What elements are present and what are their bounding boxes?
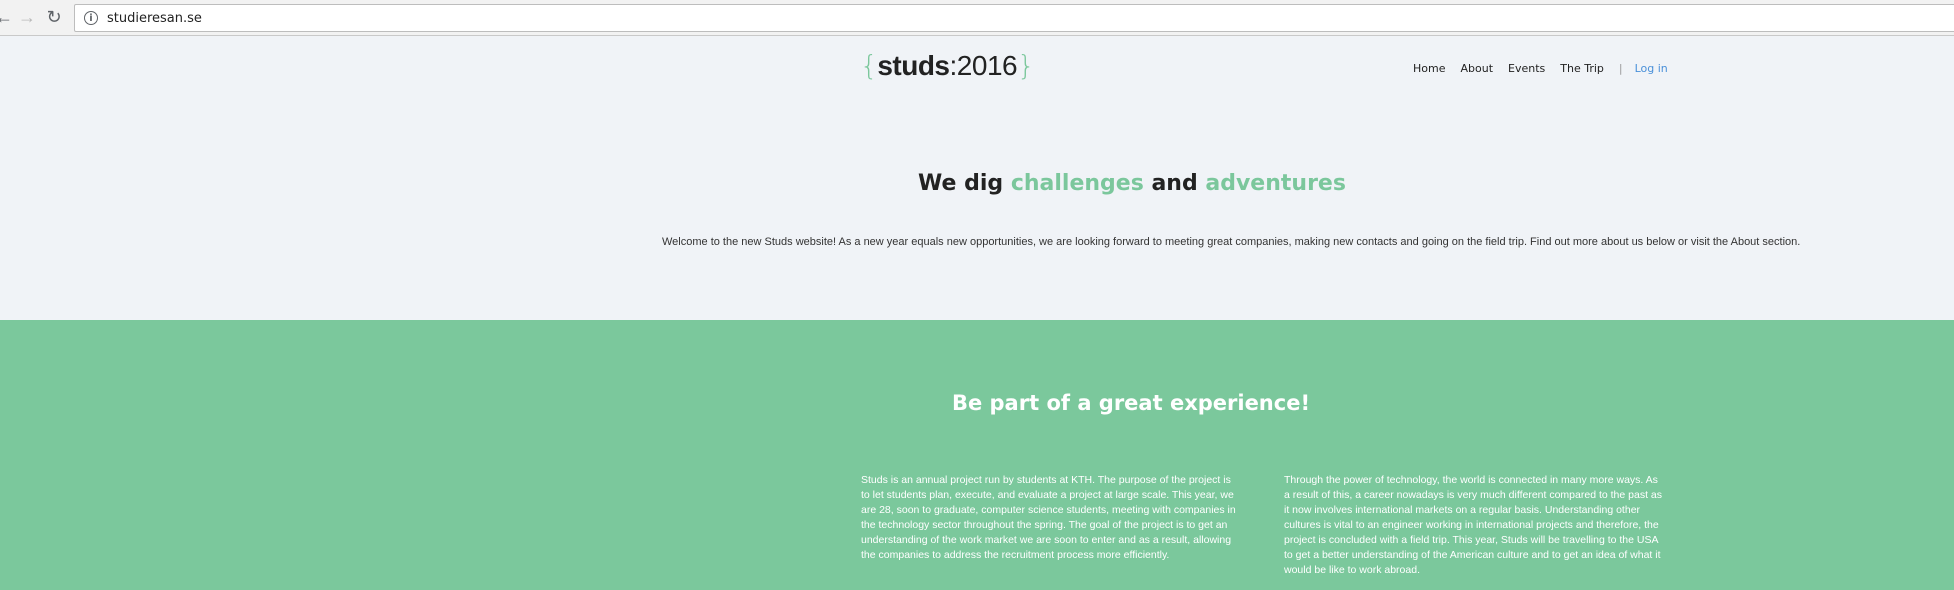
url-text[interactable]: studieresan.se (107, 11, 202, 26)
info-icon[interactable]: i (84, 11, 98, 25)
hero-heading-pre: We dig (918, 171, 1011, 196)
logo-studs: studs (877, 50, 950, 81)
hero-heading: We dig challenges and adventures (0, 171, 1954, 196)
experience-right-paragraph: Through the power of technology, the wor… (1284, 474, 1662, 576)
login-link[interactable]: Log in (1635, 62, 1668, 75)
hero-intro-text: Welcome to the new Studs website! As a n… (662, 236, 1801, 248)
nav-home-link[interactable]: Home (1413, 62, 1445, 75)
logo-colon: : (949, 50, 958, 81)
reload-icon[interactable]: ↻ (42, 5, 66, 29)
back-arrow-icon[interactable]: ← (0, 5, 16, 29)
logo-open-brace: { (860, 49, 878, 82)
nav-trip-link[interactable]: The Trip (1560, 62, 1604, 75)
nav-events-link[interactable]: Events (1508, 62, 1545, 75)
browser-toolbar: ← → ↻ i studieresan.se (0, 0, 1954, 36)
hero-heading-adventures: adventures (1205, 171, 1346, 196)
hero-heading-mid: and (1143, 171, 1206, 196)
experience-left-paragraph: Studs is an annual project run by studen… (861, 474, 1236, 561)
experience-heading: Be part of a great experience! (951, 391, 1311, 415)
site-logo[interactable]: { studs : 2016 } (860, 49, 1035, 82)
experience-section: Be part of a great experience! Studs is … (0, 320, 1954, 590)
forward-arrow-icon[interactable]: → (15, 5, 39, 29)
address-bar[interactable]: i studieresan.se (74, 4, 1954, 32)
logo-close-brace: } (1017, 49, 1035, 82)
nav-about-link[interactable]: About (1460, 62, 1493, 75)
logo-year: 2016 (956, 50, 1018, 81)
site-navigation: Home About Events The Trip | Log in (1413, 62, 1668, 75)
hero-heading-challenges: challenges (1010, 171, 1144, 196)
nav-separator: | (1618, 62, 1623, 75)
